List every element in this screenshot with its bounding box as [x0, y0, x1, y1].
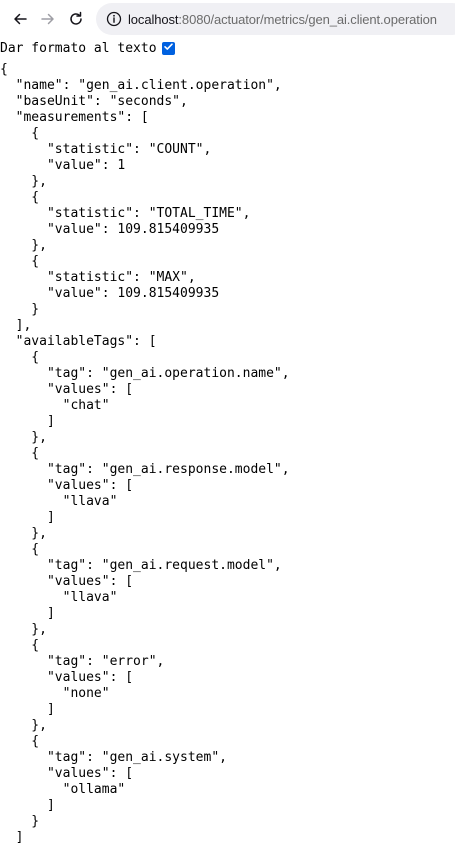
json-line: },: [0, 238, 47, 253]
pretty-print-checkbox[interactable]: [161, 41, 175, 56]
reload-icon: [68, 11, 84, 27]
json-line: ]: [0, 702, 55, 717]
json-line: "measurements": [: [0, 110, 149, 125]
json-line: ]: [0, 830, 24, 845]
json-line: "tag": "gen_ai.system",: [0, 750, 227, 765]
json-line: {: [0, 638, 40, 653]
json-line: ],: [0, 318, 32, 333]
json-line: {: [0, 734, 40, 749]
json-line: }: [0, 302, 40, 317]
json-line: "statistic": "COUNT",: [0, 142, 212, 157]
json-line: "availableTags": [: [0, 334, 157, 349]
checkmark-icon: [163, 41, 174, 56]
json-line: "ollama": [0, 782, 126, 797]
json-line: {: [0, 350, 40, 365]
json-line: },: [0, 174, 47, 189]
browser-toolbar: localhost:8080/actuator/metrics/gen_ai.c…: [0, 0, 455, 38]
arrow-left-icon: [12, 11, 28, 27]
json-line: "tag": "error",: [0, 654, 165, 669]
json-line: "chat": [0, 398, 110, 413]
json-line: "values": [: [0, 574, 134, 589]
pretty-print-label: Dar formato al texto: [0, 40, 157, 56]
json-line: ]: [0, 606, 55, 621]
json-viewer: { "name": "gen_ai.client.operation", "ba…: [0, 62, 290, 846]
url-host: localhost: [128, 11, 179, 27]
pretty-print-toggle[interactable]: Dar formato al texto: [0, 39, 175, 57]
json-line: "none": [0, 686, 110, 701]
json-line: },: [0, 718, 47, 733]
json-line: "tag": "gen_ai.response.model",: [0, 462, 290, 477]
json-line: "values": [: [0, 670, 134, 685]
json-line: {: [0, 190, 40, 205]
json-line: }: [0, 814, 40, 829]
arrow-right-icon: [40, 11, 56, 27]
url-path: :8080/actuator/metrics/gen_ai.client.ope…: [178, 11, 437, 27]
json-line: ]: [0, 414, 55, 429]
json-line: "values": [: [0, 478, 134, 493]
json-line: "statistic": "TOTAL_TIME",: [0, 206, 251, 221]
forward-button[interactable]: [36, 7, 60, 31]
json-line: "baseUnit": "seconds",: [0, 94, 188, 109]
json-line: {: [0, 254, 40, 269]
json-line: "tag": "gen_ai.operation.name",: [0, 366, 290, 381]
address-bar[interactable]: localhost:8080/actuator/metrics/gen_ai.c…: [96, 3, 455, 35]
json-line: {: [0, 126, 40, 141]
json-line: ]: [0, 510, 55, 525]
json-line: },: [0, 526, 47, 541]
json-line: "value": 109.815409935: [0, 286, 220, 301]
json-line: "tag": "gen_ai.request.model",: [0, 558, 282, 573]
json-line: {: [0, 446, 40, 461]
site-info-icon[interactable]: [106, 11, 122, 27]
json-line: "llava": [0, 494, 118, 509]
json-line: {: [0, 542, 40, 557]
json-line: "name": "gen_ai.client.operation",: [0, 78, 282, 93]
reload-button[interactable]: [64, 7, 88, 31]
json-line: "values": [: [0, 382, 134, 397]
json-line: },: [0, 622, 47, 637]
json-line: "statistic": "MAX",: [0, 270, 196, 285]
url-text: localhost:8080/actuator/metrics/gen_ai.c…: [128, 12, 437, 27]
json-line: "value": 1: [0, 158, 126, 173]
json-line: "value": 109.815409935: [0, 222, 220, 237]
back-button[interactable]: [8, 7, 32, 31]
json-line: {: [0, 62, 8, 77]
json-line: "values": [: [0, 766, 134, 781]
json-line: },: [0, 430, 47, 445]
json-line: "llava": [0, 590, 118, 605]
json-line: ]: [0, 798, 55, 813]
